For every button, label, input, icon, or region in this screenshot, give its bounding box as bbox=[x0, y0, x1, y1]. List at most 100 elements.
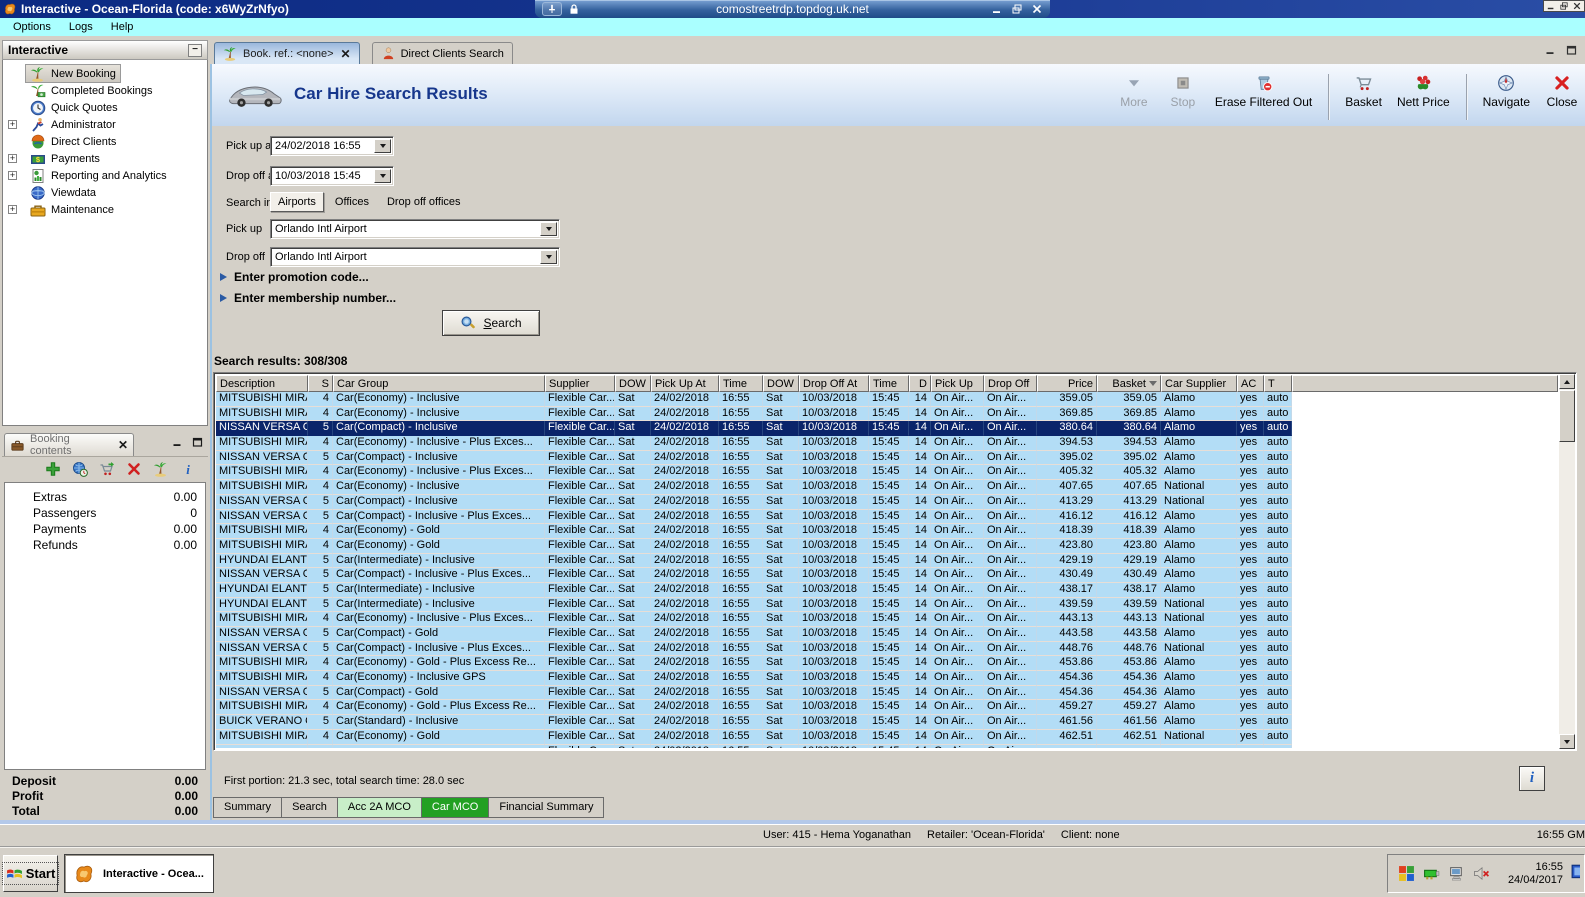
booking-contents-tab[interactable]: Booking contents ✕ bbox=[4, 433, 134, 457]
dropoff-at-select[interactable]: 10/03/2018 15:45 bbox=[270, 166, 394, 186]
table-row[interactable]: BUICK VERANO OR S...5Car(Standard) - Inc… bbox=[216, 715, 1558, 730]
table-row[interactable]: MITSUBISHI MIRAGE...4Car(Economy) - Gold… bbox=[216, 700, 1558, 716]
table-row[interactable]: NISSAN VERSA OR S...5Car(Compact) - Incl… bbox=[216, 568, 1558, 583]
table-row[interactable]: NISSAN VERSA OR S...5Car(Compact) - Gold… bbox=[216, 685, 1558, 701]
minimize-icon[interactable] bbox=[992, 4, 1002, 14]
bottom-tab-car-mco[interactable]: Car MCO bbox=[420, 797, 490, 818]
table-row[interactable]: MITSUBISHI MIRAGE...4Car(Economy) - Incl… bbox=[216, 480, 1558, 495]
booking-row-payments[interactable]: Payments 0.00 bbox=[5, 521, 205, 537]
table-row[interactable]: NISSAN VERSA OR S...5Car(Compact) - Incl… bbox=[216, 421, 1558, 437]
sidebar-item-administrator[interactable]: + Administrator bbox=[3, 116, 207, 133]
vertical-scrollbar[interactable] bbox=[1559, 374, 1575, 749]
column-header-pick-up-11[interactable]: Pick Up bbox=[931, 375, 984, 392]
column-header-car-group-2[interactable]: Car Group bbox=[333, 375, 545, 392]
navigate-button[interactable]: Navigate bbox=[1483, 74, 1530, 109]
info-icon[interactable]: i bbox=[180, 461, 196, 477]
table-row[interactable]: HYUNDAI ELANTRA ...5Car(Intermediate) - … bbox=[216, 582, 1558, 598]
search-in-option-offices[interactable]: Offices bbox=[328, 193, 376, 211]
booking-row-passengers[interactable]: Passengers 0 bbox=[5, 505, 205, 521]
maximize-icon[interactable] bbox=[192, 437, 203, 447]
column-header-car-supplier-15[interactable]: Car Supplier bbox=[1161, 375, 1237, 392]
bottom-tab-search[interactable]: Search bbox=[281, 797, 338, 818]
network-card-icon[interactable] bbox=[1423, 865, 1440, 882]
bottom-tab-financial-summary[interactable]: Financial Summary bbox=[488, 797, 605, 818]
table-row[interactable]: MITSUBISHI MIRAGE...4Car(Economy) - Gold… bbox=[216, 656, 1558, 672]
bottom-tab-summary[interactable]: Summary bbox=[213, 797, 283, 818]
tab-close-icon[interactable]: ✕ bbox=[341, 47, 351, 61]
table-row[interactable]: HYUNDAI ELANTRA ...5Car(Intermediate) - … bbox=[216, 597, 1558, 613]
minimize-icon[interactable] bbox=[1545, 45, 1556, 55]
menu-item-options[interactable]: Options bbox=[4, 20, 60, 34]
add-icon[interactable] bbox=[45, 461, 61, 477]
restore-icon[interactable] bbox=[1559, 2, 1569, 10]
sidebar-item-reporting-and-analytics[interactable]: + Reporting and Analytics bbox=[3, 167, 207, 184]
expand-plus-icon[interactable]: + bbox=[8, 154, 17, 163]
table-row-partial[interactable]: Flexible Car...Sat24/02/201816:55Sat10/0… bbox=[216, 744, 1558, 748]
table-row[interactable]: NISSAN VERSA OR S...5Car(Compact) - Gold… bbox=[216, 627, 1558, 642]
booking-row-refunds[interactable]: Refunds 0.00 bbox=[5, 537, 205, 553]
expand-plus-icon[interactable]: + bbox=[8, 120, 17, 129]
column-header-price-13[interactable]: Price bbox=[1037, 375, 1097, 392]
table-row[interactable]: MITSUBISHI MIRAGE...4Car(Economy) - Incl… bbox=[216, 392, 1558, 407]
column-header-drop-off-12[interactable]: Drop Off bbox=[984, 375, 1037, 392]
sidebar-item-quick-quotes[interactable]: Quick Quotes bbox=[3, 99, 207, 116]
antivirus-icon[interactable] bbox=[1398, 865, 1415, 882]
pickup-at-select[interactable]: 24/02/2018 16:55 bbox=[270, 136, 394, 156]
sidebar-item-maintenance[interactable]: + Maintenance bbox=[3, 201, 207, 218]
table-row[interactable]: NISSAN VERSA OR S...5Car(Compact) - Incl… bbox=[216, 509, 1558, 525]
sidebar-item-viewdata[interactable]: Viewdata bbox=[3, 184, 207, 201]
column-header-drop-off-at-8[interactable]: Drop Off At bbox=[799, 375, 869, 392]
table-row[interactable]: MITSUBISHI MIRAGE...4Car(Economy) - Gold… bbox=[216, 729, 1558, 745]
table-row[interactable]: MITSUBISHI MIRAGE...4Car(Economy) - Incl… bbox=[216, 671, 1558, 686]
promotion-code-expander[interactable]: Enter promotion code... bbox=[220, 270, 369, 284]
expand-plus-icon[interactable]: + bbox=[8, 171, 17, 180]
dropdown-button[interactable] bbox=[374, 139, 391, 153]
start-button[interactable]: Start bbox=[1, 855, 60, 892]
column-header-dow-7[interactable]: DOW bbox=[763, 375, 799, 392]
collapse-panel-icon[interactable]: − bbox=[188, 43, 202, 57]
table-row[interactable]: MITSUBISHI MIRAGE...4Car(Economy) - Incl… bbox=[216, 612, 1558, 627]
table-row[interactable]: MITSUBISHI MIRAGE...4Car(Economy) - Incl… bbox=[216, 465, 1558, 481]
palm-tree-icon[interactable] bbox=[153, 461, 169, 477]
refresh-clock-icon[interactable] bbox=[72, 461, 88, 477]
minimize-icon[interactable] bbox=[1546, 2, 1556, 10]
minimize-icon[interactable] bbox=[172, 437, 183, 447]
erase-filtered-out-button[interactable]: Erase Filtered Out bbox=[1215, 74, 1312, 109]
table-row[interactable]: MITSUBISHI MIRAGE...4Car(Economy) - Incl… bbox=[216, 436, 1558, 451]
tab-direct-clients-search[interactable]: Direct Clients Search bbox=[371, 42, 513, 64]
table-row[interactable]: MITSUBISHI MIRAGE...4Car(Economy) - Incl… bbox=[216, 406, 1558, 422]
taskbar-app-button[interactable]: Interactive - Ocea... bbox=[64, 854, 214, 893]
menu-item-help[interactable]: Help bbox=[102, 20, 143, 34]
column-header-time-6[interactable]: Time bbox=[719, 375, 763, 392]
nett-price-button[interactable]: Nett Price bbox=[1397, 74, 1450, 109]
search-in-option-drop-off-offices[interactable]: Drop off offices bbox=[380, 193, 468, 211]
column-header-pick-up-at-5[interactable]: Pick Up At bbox=[651, 375, 719, 392]
bottom-tab-acc-2a-mco[interactable]: Acc 2A MCO bbox=[336, 797, 422, 818]
scrollbar-thumb[interactable] bbox=[1559, 390, 1575, 442]
maximize-icon[interactable] bbox=[1566, 45, 1577, 55]
info-button[interactable]: i bbox=[1519, 766, 1545, 791]
column-header-basket-14[interactable]: Basket bbox=[1097, 375, 1161, 392]
table-row[interactable]: MITSUBISHI MIRAGE...4Car(Economy) - Gold… bbox=[216, 538, 1558, 554]
dropdown-button[interactable] bbox=[540, 250, 557, 264]
column-header-s-1[interactable]: S bbox=[308, 375, 333, 392]
table-row[interactable]: NISSAN VERSA OR S...5Car(Compact) - Incl… bbox=[216, 641, 1558, 657]
close-button[interactable]: Close bbox=[1545, 74, 1579, 109]
menu-item-logs[interactable]: Logs bbox=[60, 20, 102, 34]
search-button[interactable]: Search bbox=[442, 310, 540, 336]
expand-plus-icon[interactable]: + bbox=[8, 205, 17, 214]
close-icon[interactable] bbox=[1572, 2, 1582, 10]
column-header-t-17[interactable]: T bbox=[1264, 375, 1292, 392]
column-header-ac-16[interactable]: AC bbox=[1237, 375, 1264, 392]
search-in-option-airports[interactable]: Airports bbox=[270, 192, 324, 212]
column-header-d-10[interactable]: D bbox=[909, 375, 931, 392]
sidebar-item-new-booking[interactable]: New Booking bbox=[3, 64, 207, 83]
close-icon[interactable]: ✕ bbox=[118, 438, 128, 452]
table-row[interactable]: HYUNDAI ELANTRA ...5Car(Intermediate) - … bbox=[216, 553, 1558, 569]
scroll-down-button[interactable] bbox=[1559, 734, 1575, 749]
booking-row-extras[interactable]: Extras 0.00 bbox=[5, 489, 205, 505]
sidebar-item-completed-bookings[interactable]: Completed Bookings bbox=[3, 82, 207, 99]
column-header-dow-4[interactable]: DOW bbox=[615, 375, 651, 392]
delete-x-icon[interactable] bbox=[126, 461, 142, 477]
table-row[interactable]: MITSUBISHI MIRAGE...4Car(Economy) - Gold… bbox=[216, 524, 1558, 539]
